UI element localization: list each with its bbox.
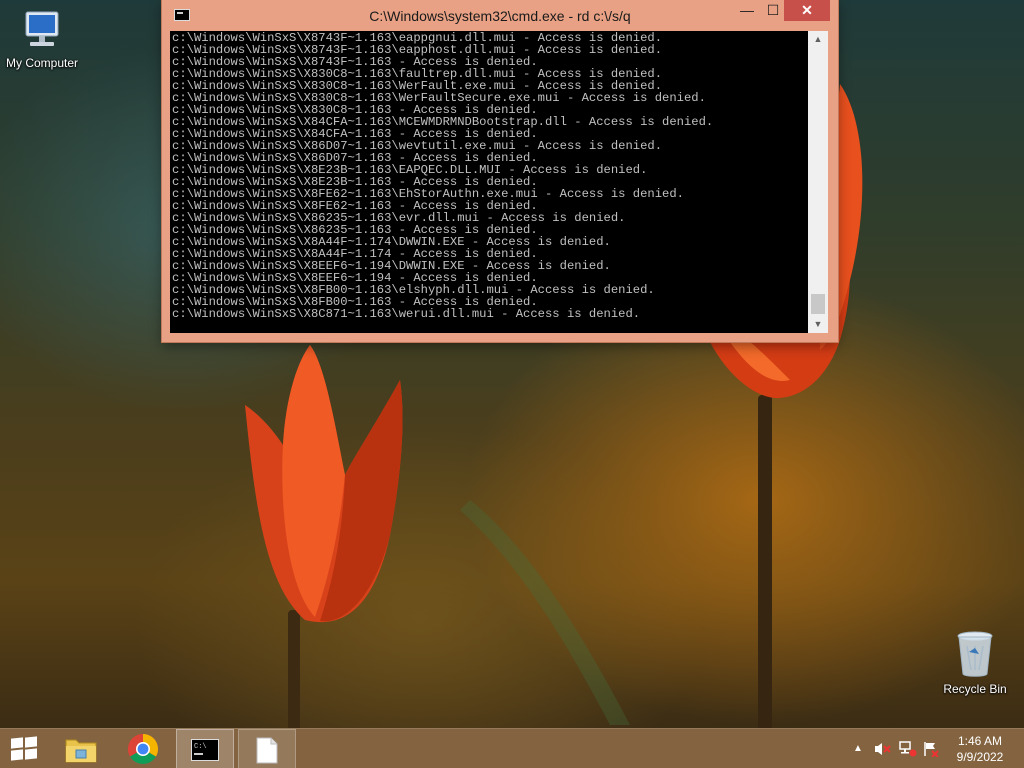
cmd-window[interactable]: C:\Windows\system32\cmd.exe - rd c:\/s/q… — [162, 0, 838, 342]
scrollbar-thumb[interactable] — [811, 294, 825, 314]
computer-icon — [25, 11, 59, 46]
tulip-left — [245, 345, 403, 623]
maximize-button[interactable]: ☐ — [760, 0, 786, 21]
window-titlebar[interactable]: C:\Windows\system32\cmd.exe - rd c:\/s/q… — [162, 0, 838, 30]
my-computer-shortcut[interactable]: My Computer — [0, 10, 84, 70]
scroll-up-arrow-icon[interactable]: ▲ — [808, 31, 828, 48]
tulip-stem — [758, 395, 772, 728]
windows-logo-icon — [11, 736, 37, 761]
desktop-icon-label: My Computer — [5, 56, 79, 70]
console-line: c:\Windows\WinSxS\X8C871~1.163\werui.dll… — [172, 307, 641, 321]
taskbar-document[interactable] — [238, 729, 296, 768]
taskbar: C:\ ▲ 1:46 AM 9/9/2022 — [0, 728, 1024, 768]
vertical-scrollbar[interactable]: ▲ ▼ — [808, 31, 828, 333]
desktop-icon-label: Recycle Bin — [943, 682, 1007, 696]
document-icon — [256, 737, 278, 764]
chrome-icon — [127, 734, 159, 765]
console-output[interactable]: c:\Windows\WinSxS\X8743F~1.163\eappgnui.… — [170, 31, 808, 333]
recycle-bin-icon — [957, 631, 993, 677]
taskbar-clock[interactable]: 1:46 AM 9/9/2022 — [944, 733, 1016, 765]
taskbar-command-prompt[interactable]: C:\ — [176, 729, 234, 768]
taskbar-chrome[interactable] — [116, 729, 168, 768]
close-button[interactable]: ✕ — [784, 0, 830, 21]
recycle-bin-shortcut[interactable]: Recycle Bin — [933, 630, 1017, 696]
window-title: C:\Windows\system32\cmd.exe - rd c:\/s/q — [369, 8, 631, 24]
minimize-button[interactable]: — — [734, 0, 760, 21]
start-button[interactable] — [0, 729, 50, 768]
clock-time: 1:46 AM — [957, 734, 1003, 748]
show-hidden-icons-chevron-icon[interactable]: ▲ — [850, 729, 866, 768]
volume-muted-icon[interactable] — [872, 729, 892, 768]
grass-blade — [460, 500, 630, 725]
folder-icon — [65, 739, 97, 763]
cmd-icon[interactable] — [174, 9, 190, 21]
svg-text:C:\: C:\ — [194, 743, 207, 751]
network-icon[interactable] — [897, 729, 917, 768]
taskbar-file-explorer[interactable] — [56, 729, 106, 768]
action-center-flag-icon[interactable] — [921, 729, 939, 768]
clock-date: 9/9/2022 — [956, 750, 1004, 764]
console-lines: c:\Windows\WinSxS\X8743F~1.163\eappgnui.… — [172, 32, 713, 320]
cmd-icon: C:\ — [191, 739, 219, 761]
scroll-down-arrow-icon[interactable]: ▼ — [808, 316, 828, 333]
